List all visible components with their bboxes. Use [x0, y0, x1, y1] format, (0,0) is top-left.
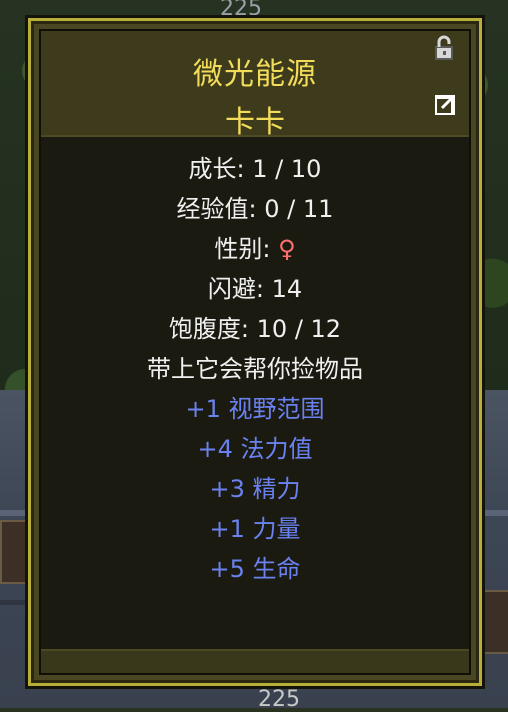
lock-icon-graphic	[435, 35, 453, 60]
tooltip-footer	[41, 649, 469, 673]
stat-experience: 经验值: 0 / 11	[41, 189, 469, 229]
stat-satiety: 饱腹度: 10 / 12	[41, 309, 469, 349]
creature-sprite-right	[478, 590, 508, 654]
stat-label: 饱腹度:	[168, 315, 250, 343]
bonus-energy: +3 精力	[209, 475, 301, 503]
stat-label: 性别:	[214, 235, 271, 263]
hud-counter-bottom: 225	[258, 687, 300, 712]
stat-gender: 性别: ♀	[41, 229, 469, 269]
share-icon-graphic	[435, 95, 455, 115]
item-tooltip-panel: 微光能源 卡卡 成长: 1 / 10 经验值: 0 / 11 性别: ♀ 闪避:…	[28, 18, 482, 686]
stat-value: 0 / 11	[264, 195, 334, 223]
stat-label: 成长:	[188, 155, 245, 183]
stat-label: 闪避:	[207, 275, 264, 303]
female-icon: ♀	[278, 235, 296, 263]
bonus-mana: +4 法力值	[197, 435, 313, 463]
bonus-health: +5 生命	[209, 555, 301, 583]
bonus-vision: +1 视野范围	[185, 395, 325, 423]
stat-dodge: 闪避: 14	[41, 269, 469, 309]
pet-name: 卡卡	[225, 105, 285, 140]
stat-value: 10 / 12	[256, 315, 342, 343]
tooltip-body: 微光能源 卡卡 成长: 1 / 10 经验值: 0 / 11 性别: ♀ 闪避:…	[39, 29, 471, 675]
bonus-strength: +1 力量	[209, 515, 301, 543]
stat-growth: 成长: 1 / 10	[41, 149, 469, 189]
stat-value: 1 / 10	[252, 155, 322, 183]
lock-icon[interactable]	[431, 35, 457, 61]
tooltip-stats: 成长: 1 / 10 经验值: 0 / 11 性别: ♀ 闪避: 14 饱腹度:…	[41, 149, 469, 589]
share-icon[interactable]	[433, 93, 457, 117]
stat-label: 经验值:	[176, 195, 257, 223]
item-description: 带上它会帮你捡物品	[147, 355, 363, 383]
tooltip-header: 微光能源 卡卡	[41, 31, 469, 140]
stat-value: 14	[271, 275, 303, 303]
item-title: 微光能源	[193, 57, 317, 92]
